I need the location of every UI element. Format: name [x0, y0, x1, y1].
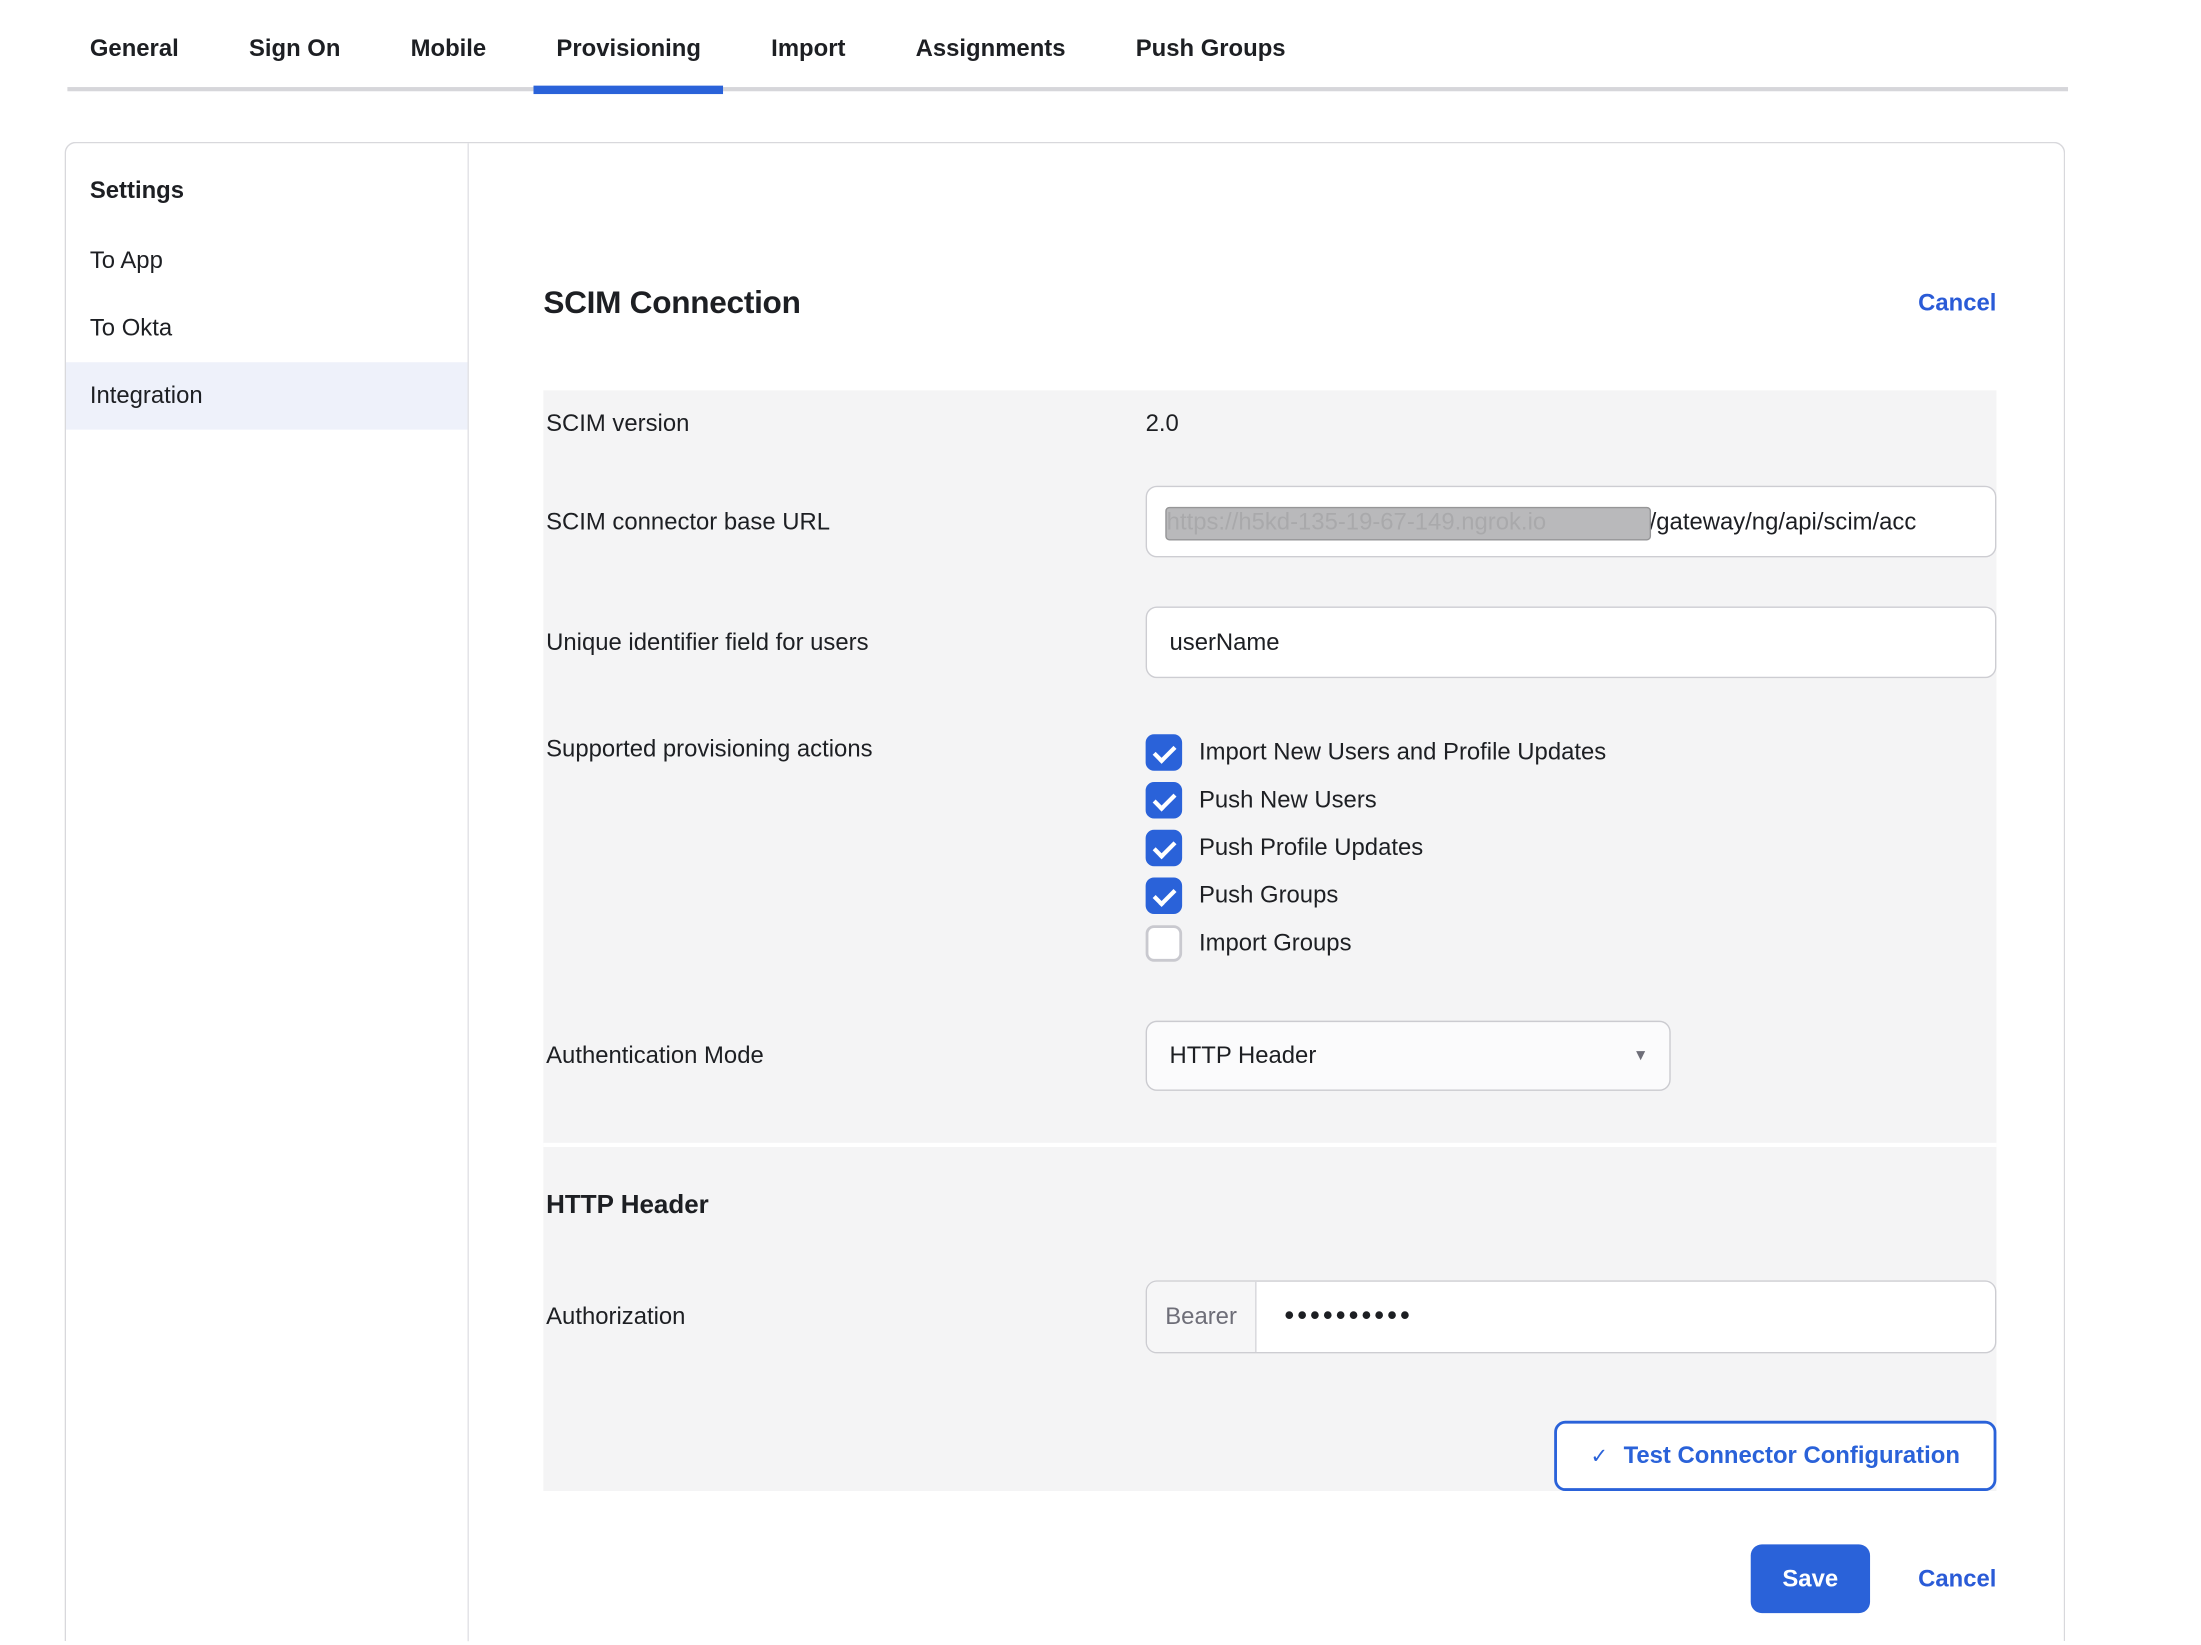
save-button[interactable]: Save [1750, 1544, 1870, 1613]
tab-mobile[interactable]: Mobile [388, 0, 509, 89]
tab-general[interactable]: General [67, 0, 201, 89]
base-url-row: SCIM connector base URL https://h5kd-135… [543, 486, 1996, 558]
check-icon: ✓ [1590, 1443, 1608, 1468]
section-divider [543, 1143, 1996, 1147]
scim-version-value: 2.0 [1146, 410, 1997, 438]
base-url-visible-text: /gateway/ng/api/scim/acc [1650, 508, 1917, 536]
scim-header-row: SCIM Connection Cancel [543, 284, 1996, 323]
scim-version-label: SCIM version [543, 410, 1145, 438]
unique-id-input[interactable]: userName [1146, 607, 1997, 679]
tab-sign-on[interactable]: Sign On [226, 0, 362, 89]
scim-version-row: SCIM version 2.0 [543, 410, 1996, 438]
http-header-section-title: HTTP Header [546, 1189, 1996, 1223]
provisioning-actions-label: Supported provisioning actions [543, 729, 1145, 764]
checkbox-import-groups-icon[interactable] [1146, 925, 1183, 962]
auth-mode-label: Authentication Mode [543, 1042, 1145, 1070]
bearer-prefix: Bearer [1147, 1282, 1257, 1352]
action-label: Push New Users [1182, 786, 1377, 814]
unique-id-value: userName [1169, 628, 1279, 656]
action-row-import-groups: Import Groups [1146, 920, 1997, 968]
authorization-label: Authorization [543, 1303, 1145, 1331]
settings-card: Settings To App To Okta Integration SCIM… [65, 142, 2066, 1641]
tab-provisioning[interactable]: Provisioning [534, 0, 723, 89]
base-url-label: SCIM connector base URL [543, 508, 1145, 536]
sidebar-title: Settings [66, 157, 468, 227]
checkbox-push-groups-icon[interactable] [1146, 877, 1183, 914]
test-connector-label: Test Connector Configuration [1624, 1442, 1960, 1470]
provisioning-actions-row: Supported provisioning actions Import Ne… [543, 729, 1996, 968]
auth-mode-row: Authentication Mode HTTP Header ▼ [543, 1021, 1996, 1091]
unique-id-row: Unique identifier field for users userNa… [543, 607, 1996, 679]
action-label: Push Profile Updates [1182, 834, 1423, 862]
scim-form-panel: SCIM version 2.0 SCIM connector base URL… [543, 390, 1996, 1491]
test-connector-button[interactable]: ✓ Test Connector Configuration [1554, 1421, 1996, 1491]
test-connector-row: ✓ Test Connector Configuration [543, 1421, 1996, 1491]
authorization-token-input[interactable]: •••••••••• [1257, 1282, 1414, 1352]
action-row-push-groups: Push Groups [1146, 872, 1997, 920]
tab-push-groups[interactable]: Push Groups [1113, 0, 1308, 89]
tab-import[interactable]: Import [749, 0, 868, 89]
action-label: Import New Users and Profile Updates [1182, 738, 1606, 766]
action-row-push-new-users: Push New Users [1146, 776, 1997, 824]
tab-assignments[interactable]: Assignments [893, 0, 1088, 89]
unique-id-label: Unique identifier field for users [543, 628, 1145, 656]
action-row-push-profile-updates: Push Profile Updates [1146, 824, 1997, 872]
checkbox-import-new-users-icon[interactable] [1146, 734, 1183, 771]
settings-sidebar: Settings To App To Okta Integration [66, 143, 469, 1641]
sidebar-item-to-okta[interactable]: To Okta [66, 295, 468, 362]
page-title: SCIM Connection [543, 285, 800, 322]
auth-mode-select[interactable]: HTTP Header ▼ [1146, 1021, 1671, 1091]
cancel-bottom-link[interactable]: Cancel [1918, 1565, 1996, 1593]
form-actions: Save Cancel [543, 1544, 1996, 1613]
checkbox-push-profile-updates-icon[interactable] [1146, 830, 1183, 867]
action-label: Import Groups [1182, 929, 1351, 957]
sidebar-item-integration[interactable]: Integration [66, 362, 468, 429]
sidebar-item-to-app[interactable]: To App [66, 227, 468, 294]
action-label: Push Groups [1182, 882, 1338, 910]
auth-mode-value: HTTP Header [1169, 1042, 1316, 1070]
scim-connection-panel: SCIM Connection Cancel SCIM version 2.0 … [469, 143, 2064, 1641]
chevron-down-icon: ▼ [1633, 1047, 1648, 1064]
authorization-input-group: Bearer •••••••••• [1146, 1280, 1997, 1353]
app-tab-bar: General Sign On Mobile Provisioning Impo… [67, 0, 2068, 91]
action-row-import-users: Import New Users and Profile Updates [1146, 729, 1997, 777]
base-url-input[interactable]: https://h5kd-135-19-67-149.ngrok.io/gate… [1146, 486, 1997, 558]
provisioning-settings-page: General Sign On Mobile Provisioning Impo… [0, 0, 2201, 1645]
authorization-row: Authorization Bearer •••••••••• [543, 1280, 1996, 1353]
checkbox-push-new-users-icon[interactable] [1146, 782, 1183, 819]
redaction-bar [1165, 507, 1651, 541]
cancel-top-link[interactable]: Cancel [1918, 289, 1996, 317]
